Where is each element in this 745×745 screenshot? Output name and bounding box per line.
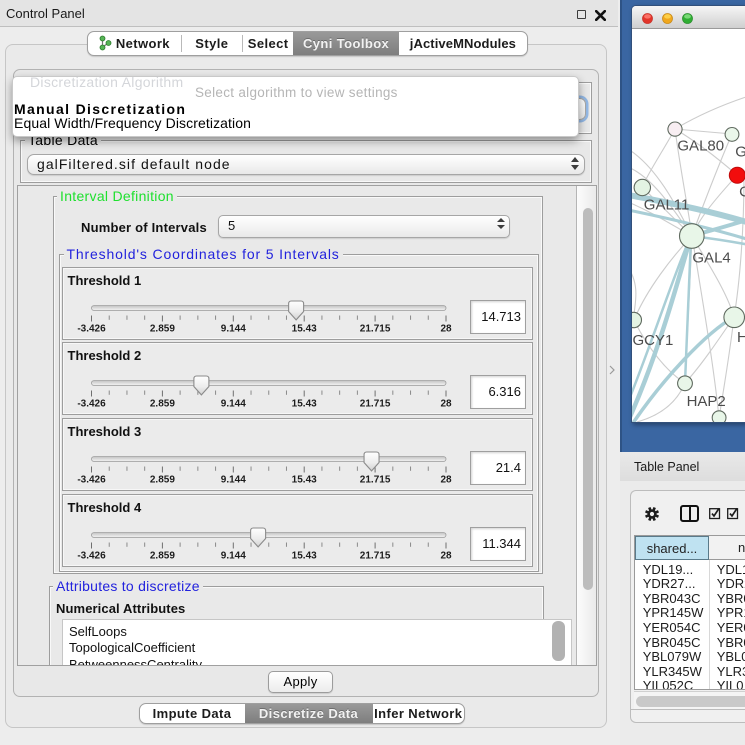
svg-text:15.43: 15.43	[291, 323, 316, 334]
svg-text:28: 28	[440, 323, 452, 334]
svg-text:21.715: 21.715	[359, 399, 390, 410]
svg-text:28: 28	[440, 475, 452, 486]
svg-text:-3.426: -3.426	[77, 323, 106, 334]
svg-text:15.43: 15.43	[291, 475, 316, 486]
svg-text:21.715: 21.715	[359, 550, 390, 561]
svg-text:9.144: 9.144	[220, 550, 245, 561]
svg-text:2.859: 2.859	[149, 399, 174, 410]
svg-text:HI: HI	[737, 329, 745, 346]
svg-text:GAL4: GAL4	[692, 249, 730, 266]
svg-text:28: 28	[440, 399, 452, 410]
svg-text:2.859: 2.859	[149, 550, 174, 561]
svg-text:CY: CY	[739, 184, 745, 201]
svg-text:9.144: 9.144	[220, 323, 245, 334]
svg-text:-3.426: -3.426	[77, 550, 106, 561]
svg-text:28: 28	[440, 550, 452, 561]
svg-text:21.715: 21.715	[359, 475, 390, 486]
svg-text:2.859: 2.859	[149, 475, 174, 486]
svg-text:GAL80: GAL80	[677, 138, 724, 155]
svg-text:GCY1: GCY1	[633, 332, 674, 349]
svg-text:GAL11: GAL11	[644, 197, 690, 214]
svg-text:21.715: 21.715	[359, 323, 390, 334]
svg-text:15.43: 15.43	[291, 399, 316, 410]
svg-text:15.43: 15.43	[291, 550, 316, 561]
svg-text:9.144: 9.144	[220, 399, 245, 410]
svg-text:HAP2: HAP2	[687, 393, 726, 410]
svg-text:-3.426: -3.426	[77, 399, 106, 410]
svg-text:9.144: 9.144	[220, 475, 245, 486]
svg-text:-3.426: -3.426	[77, 475, 106, 486]
svg-text:GA: GA	[735, 144, 745, 161]
svg-text:2.859: 2.859	[149, 323, 174, 334]
